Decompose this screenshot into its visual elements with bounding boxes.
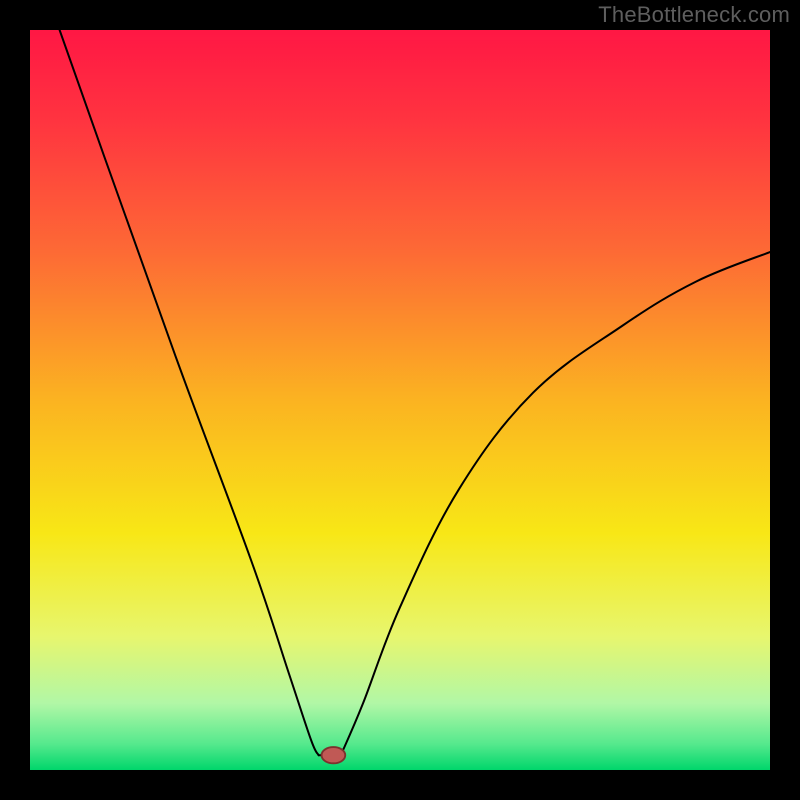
gradient-backdrop (30, 30, 770, 770)
minimum-marker (322, 747, 346, 763)
watermark-text: TheBottleneck.com (598, 2, 790, 28)
chart-frame: TheBottleneck.com (0, 0, 800, 800)
plot-area (30, 30, 770, 770)
chart-svg (30, 30, 770, 770)
